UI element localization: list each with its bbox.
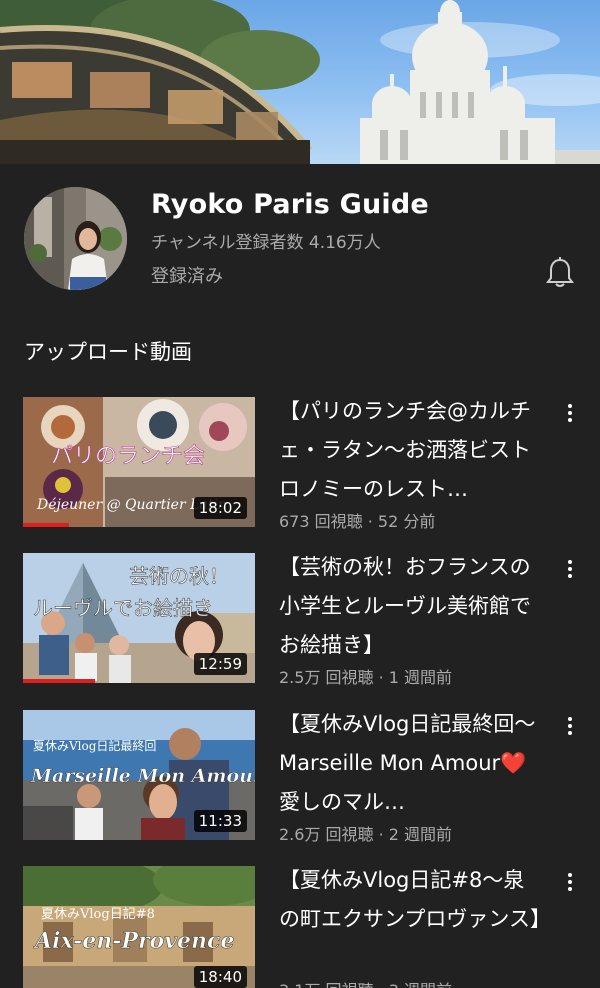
video-item[interactable]: 夏休みVlog日記最終回 Marseille Mon Amour 11:33 【… — [0, 710, 600, 844]
more-vert-icon[interactable] — [562, 714, 578, 738]
thumbnail-caption-2: ルーヴルでお絵描き — [33, 596, 213, 620]
thumbnail-caption-1: 芸術の秋！ — [129, 564, 229, 588]
video-meta: 673 回視聴 · 52 分前 — [279, 512, 436, 531]
thumbnail-caption-1: 夏休みVlog日記最終回 — [33, 738, 156, 753]
banner-image — [0, 0, 600, 164]
video-meta: 2.5万 回視聴 · 1 週間前 — [279, 668, 453, 687]
thumbnail-caption-2: Aix-en-Provence — [33, 928, 234, 954]
video-title[interactable]: 【芸術の秋！おフランスの小学生とルーヴル美術館でお絵描き】 — [279, 548, 541, 665]
video-item[interactable]: 芸術の秋！ ルーヴルでお絵描き 12:59 【芸術の秋！おフランスの小学生とルー… — [0, 553, 600, 687]
video-title[interactable]: 【夏休みVlog日記#8〜泉の町エクサンプロヴァンス】 — [279, 861, 541, 939]
subscriber-count: チャンネル登録者数 4.16万人 — [151, 233, 381, 253]
video-title[interactable]: 【パリのランチ会@カルチェ・ラタン〜お洒落ビストロノミーのレスト… — [279, 392, 541, 509]
more-vert-icon[interactable] — [562, 870, 578, 894]
thumbnail-caption-1: パリのランチ会 — [51, 444, 205, 469]
video-thumbnail[interactable]: 夏休みVlog日記最終回 Marseille Mon Amour 11:33 — [23, 710, 255, 840]
video-thumbnail[interactable]: 芸術の秋！ ルーヴルでお絵描き 12:59 — [23, 553, 255, 683]
subscribed-button[interactable]: 登録済み — [151, 262, 223, 288]
video-duration: 18:40 — [193, 966, 247, 988]
video-meta: 3.1万 回視聴 · 3 週間前 — [279, 977, 452, 988]
watch-progress-bar — [23, 523, 70, 527]
video-duration: 12:59 — [193, 653, 247, 675]
video-thumbnail[interactable]: パリのランチ会 Déjeuner @ Quartier Latin 18:02 — [23, 397, 255, 527]
more-vert-icon[interactable] — [562, 401, 578, 425]
video-meta: 2.6万 回視聴 · 2 週間前 — [279, 825, 453, 844]
section-title-uploads: アップロード動画 — [24, 340, 192, 364]
watch-progress-bar — [23, 679, 95, 683]
avatar-image — [24, 187, 127, 290]
video-duration: 18:02 — [193, 497, 247, 519]
thumbnail-caption-1: 夏休みVlog日記#8 — [41, 906, 155, 922]
channel-banner — [0, 0, 600, 164]
video-title[interactable]: 【夏休みVlog日記最終回〜Marseille Mon Amour❤️愛しのマル… — [279, 705, 541, 822]
bell-icon[interactable] — [544, 256, 576, 290]
channel-name: Ryoko Paris Guide — [151, 189, 429, 220]
video-item[interactable]: パリのランチ会 Déjeuner @ Quartier Latin 18:02 … — [0, 397, 600, 531]
video-thumbnail[interactable]: 夏休みVlog日記#8 Aix-en-Provence 18:40 — [23, 866, 255, 988]
thumbnail-caption-2: Marseille Mon Amour — [30, 765, 255, 787]
more-vert-icon[interactable] — [562, 557, 578, 581]
video-duration: 11:33 — [193, 810, 247, 832]
video-item[interactable]: 夏休みVlog日記#8 Aix-en-Provence 18:40 【夏休みVl… — [0, 866, 600, 988]
channel-avatar[interactable] — [24, 187, 127, 290]
